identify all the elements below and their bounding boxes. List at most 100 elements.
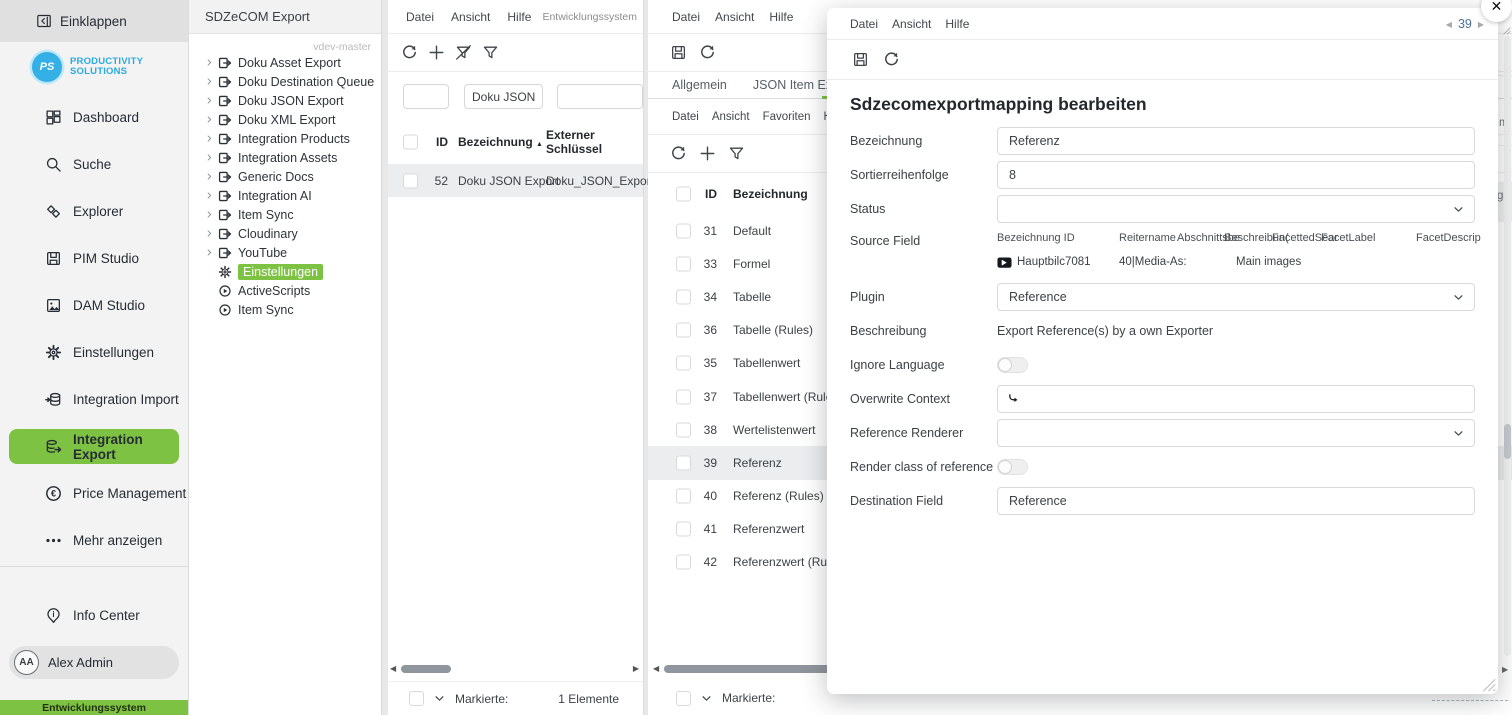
resize-grip-icon[interactable] bbox=[1478, 674, 1496, 692]
tree-item-integration-products[interactable]: Integration Products bbox=[189, 129, 381, 148]
scroll-right-icon[interactable]: ▶ bbox=[1502, 665, 1508, 674]
save-button[interactable] bbox=[670, 44, 687, 61]
scrollbar-thumb[interactable] bbox=[1504, 424, 1511, 459]
tab-allgemein[interactable]: Allgemein bbox=[672, 78, 727, 92]
resize-grip-icon[interactable] bbox=[1502, 26, 1511, 35]
select-all-checkbox[interactable] bbox=[403, 134, 418, 150]
tree-item-item-sync[interactable]: Item Sync bbox=[189, 205, 381, 224]
scroll-right-icon[interactable]: ▶ bbox=[633, 665, 639, 673]
expand-chevron-icon[interactable] bbox=[205, 191, 218, 200]
menu-item-hilfe[interactable]: Hilfe bbox=[945, 17, 969, 31]
menu-item-hilfe[interactable]: Hilfe bbox=[769, 10, 793, 24]
tree-item-cloudinary[interactable]: Cloudinary bbox=[189, 224, 381, 243]
row-checkbox[interactable] bbox=[676, 256, 691, 272]
refresh-button[interactable] bbox=[699, 44, 716, 61]
expand-chevron-icon[interactable] bbox=[205, 58, 218, 67]
row-checkbox[interactable] bbox=[676, 289, 691, 305]
save-button[interactable] bbox=[852, 51, 869, 68]
sidebar-item-explorer[interactable]: Explorer bbox=[0, 188, 188, 235]
filter-button[interactable] bbox=[482, 44, 499, 61]
expand-chevron-icon[interactable] bbox=[205, 210, 218, 219]
chevron-down-icon[interactable] bbox=[433, 692, 446, 705]
tree-item-integration-assets[interactable]: Integration Assets bbox=[189, 148, 381, 167]
sidebar-item-mehr-anzeigen[interactable]: Mehr anzeigen bbox=[0, 517, 188, 564]
marked-checkbox[interactable] bbox=[676, 690, 691, 706]
clear-filter-button[interactable] bbox=[455, 44, 472, 61]
scroll-left-icon[interactable]: ◀ bbox=[653, 665, 659, 673]
menu-item-hilfe[interactable]: Hilfe bbox=[507, 10, 531, 24]
select-all-checkbox[interactable] bbox=[676, 186, 691, 201]
refresh-button[interactable] bbox=[883, 51, 900, 68]
column-header-id[interactable]: ID bbox=[705, 187, 717, 201]
column-header-id[interactable]: ID bbox=[422, 135, 448, 149]
table-row[interactable]: 52 Doku JSON Export Doku_JSON_Export bbox=[388, 164, 654, 197]
menu-item-datei[interactable]: Datei bbox=[672, 111, 699, 123]
sidebar-item-dashboard[interactable]: Dashboard bbox=[0, 94, 188, 141]
filter-name-input[interactable] bbox=[464, 84, 543, 109]
tree-item-generic-docs[interactable]: Generic Docs bbox=[189, 167, 381, 186]
tree-item-activescripts[interactable]: ActiveScripts bbox=[189, 281, 381, 300]
sidebar-item-suche[interactable]: Suche bbox=[0, 141, 188, 188]
menu-item-ansicht[interactable]: Ansicht bbox=[892, 17, 931, 31]
tree-item-doku-asset-export[interactable]: Doku Asset Export bbox=[189, 53, 381, 72]
sidebar-item-einstellungen[interactable]: Einstellungen bbox=[0, 329, 188, 376]
sidebar-item-pim-studio[interactable]: PIM Studio bbox=[0, 235, 188, 282]
tree-item-doku-xml-export[interactable]: Doku XML Export bbox=[189, 110, 381, 129]
menu-item-favoriten[interactable]: Favoriten bbox=[763, 111, 811, 123]
sidebar-item-info-center[interactable]: i Info Center bbox=[0, 592, 188, 639]
menu-item-datei[interactable]: Datei bbox=[406, 10, 434, 24]
row-checkbox[interactable] bbox=[676, 521, 691, 537]
expand-chevron-icon[interactable] bbox=[205, 153, 218, 162]
scrollbar-thumb[interactable] bbox=[401, 665, 452, 673]
source-field-value[interactable]: Hauptbilc7081 bbox=[997, 256, 1091, 268]
reference-renderer-select[interactable] bbox=[997, 419, 1475, 447]
expand-chevron-icon[interactable] bbox=[205, 229, 218, 238]
sidebar-item-price-management[interactable]: € Price Management bbox=[0, 470, 188, 517]
row-checkbox[interactable] bbox=[676, 223, 691, 239]
menu-item-ansicht[interactable]: Ansicht bbox=[712, 111, 750, 123]
bezeichnung-input[interactable] bbox=[997, 127, 1475, 155]
row-checkbox[interactable] bbox=[676, 455, 691, 471]
column-header-key[interactable]: Externer Schlüssel bbox=[546, 128, 643, 156]
row-checkbox[interactable] bbox=[676, 422, 691, 438]
chevron-down-icon[interactable] bbox=[700, 692, 713, 705]
expand-chevron-icon[interactable] bbox=[205, 96, 218, 105]
column-header-name[interactable]: Bezeichnung bbox=[733, 187, 808, 201]
sidebar-item-integration-export[interactable]: Integration Export bbox=[9, 429, 179, 464]
tree-item-integration-ai[interactable]: Integration AI bbox=[189, 186, 381, 205]
add-button[interactable] bbox=[428, 44, 445, 61]
plugin-select[interactable]: Reference bbox=[997, 283, 1475, 311]
previous-record-icon[interactable]: ◀ bbox=[1446, 20, 1452, 29]
filter-key-input[interactable] bbox=[557, 84, 643, 109]
render-class-toggle[interactable] bbox=[997, 459, 1028, 475]
marked-checkbox[interactable] bbox=[409, 691, 424, 706]
status-select[interactable] bbox=[997, 195, 1475, 223]
expand-chevron-icon[interactable] bbox=[205, 115, 218, 124]
filter-id-input[interactable] bbox=[403, 84, 449, 109]
add-button[interactable] bbox=[699, 145, 716, 162]
scroll-left-icon[interactable]: ◀ bbox=[390, 665, 396, 673]
row-checkbox[interactable] bbox=[403, 173, 418, 188]
tree-item-einstellungen[interactable]: Einstellungen bbox=[189, 262, 381, 281]
row-checkbox[interactable] bbox=[676, 554, 691, 570]
filter-button[interactable] bbox=[728, 145, 745, 162]
menu-item-ansicht[interactable]: Ansicht bbox=[715, 10, 754, 24]
user-menu[interactable]: AA Alex Admin bbox=[9, 646, 179, 679]
refresh-button[interactable] bbox=[670, 145, 687, 162]
expand-chevron-icon[interactable] bbox=[205, 134, 218, 143]
row-checkbox[interactable] bbox=[676, 355, 691, 371]
sidebar-item-dam-studio[interactable]: DAM Studio bbox=[0, 282, 188, 329]
expand-chevron-icon[interactable] bbox=[205, 77, 218, 86]
tree-item-doku-json-export[interactable]: Doku JSON Export bbox=[189, 91, 381, 110]
expand-chevron-icon[interactable] bbox=[205, 248, 218, 257]
column-header-name[interactable]: Bezeichnung ▲ bbox=[458, 135, 543, 149]
tree-item-youtube[interactable]: YouTube bbox=[189, 243, 381, 262]
row-checkbox[interactable] bbox=[676, 488, 691, 504]
menu-item-datei[interactable]: Datei bbox=[850, 17, 878, 31]
row-checkbox[interactable] bbox=[676, 389, 691, 405]
sort-order-input[interactable] bbox=[997, 161, 1475, 189]
vertical-scrollbar[interactable] bbox=[1504, 36, 1511, 656]
menu-item-datei[interactable]: Datei bbox=[672, 10, 700, 24]
collapse-sidebar-button[interactable]: Einklappen bbox=[0, 0, 188, 42]
menu-item-ansicht[interactable]: Ansicht bbox=[451, 10, 490, 24]
